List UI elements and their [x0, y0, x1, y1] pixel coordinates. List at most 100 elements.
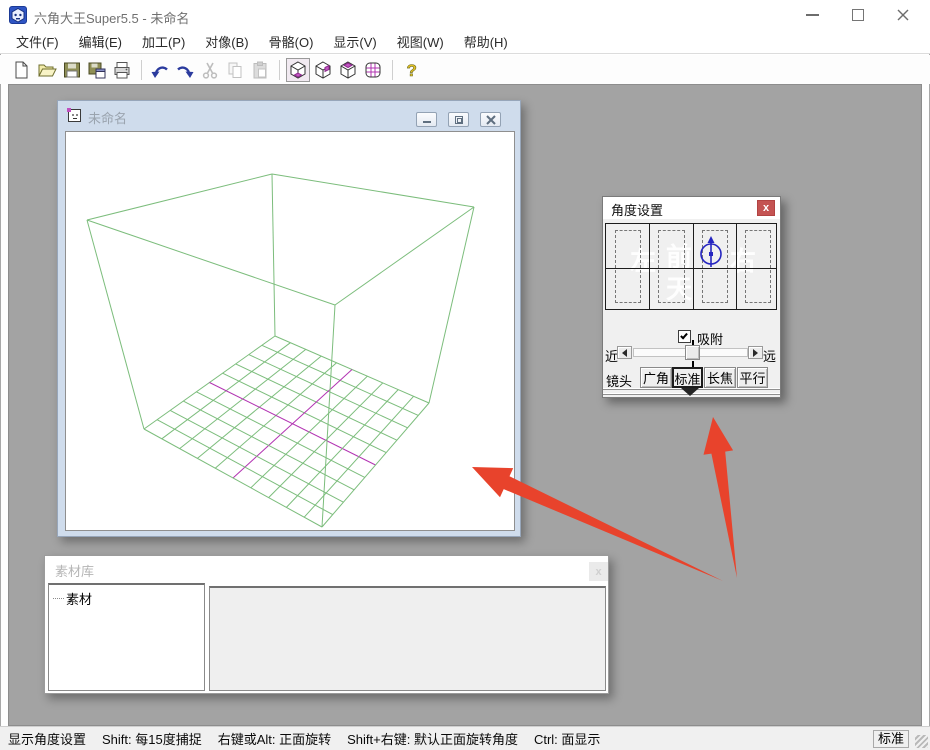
minimize-button[interactable] [790, 0, 835, 30]
help-button[interactable]: ? [399, 58, 423, 82]
slider-left-arrow[interactable] [617, 346, 632, 359]
open-file-button[interactable] [35, 58, 59, 82]
close-icon [486, 115, 496, 125]
close-button[interactable] [880, 0, 925, 30]
copy-button [223, 58, 247, 82]
status-hint: Shift+右键: 默认正面旋转角度 [347, 729, 518, 748]
close-icon [896, 8, 910, 22]
menu-bar: 文件(F) 编辑(E) 加工(P) 对像(B) 骨骼(O) 显示(V) 视图(W… [0, 30, 930, 54]
viewport-canvas[interactable] [65, 131, 515, 531]
window-title: 六角大王Super5.5 - 未命名 [34, 8, 189, 27]
undo-icon [150, 60, 170, 80]
grid-divider [649, 224, 650, 309]
material-preview-pane [209, 586, 606, 691]
menu-object[interactable]: 对像(B) [195, 29, 258, 54]
material-panel-title: 素材库 [55, 561, 94, 580]
angle-panel-title-bar[interactable]: 角度设置 x [603, 197, 780, 219]
app-logo-icon [9, 6, 27, 24]
zoom-slider-row: 近 远 [603, 345, 780, 361]
lens-tele-button[interactable]: 长焦 [704, 367, 736, 388]
save-model-button[interactable] [85, 58, 109, 82]
menu-file[interactable]: 文件(F) [6, 29, 69, 54]
view-grid-sphere-icon [363, 60, 383, 80]
svg-text:?: ? [407, 61, 417, 80]
angle-preset-grid: 左 前 右 天 [605, 223, 777, 310]
viewport-close-button[interactable] [480, 112, 501, 127]
toolbar: ? [0, 55, 930, 84]
resize-grip[interactable] [915, 735, 928, 748]
application-window: 六角大王Super5.5 - 未命名 文件(F) 编辑(E) 加工(P) 对像(… [0, 0, 930, 750]
material-panel-close-button: x [589, 562, 608, 581]
print-icon [112, 60, 132, 80]
paste-button [248, 58, 272, 82]
angle-panel-close-button[interactable]: x [757, 200, 775, 216]
angle-settings-panel: 角度设置 x 左 前 右 天 吸附 [602, 196, 781, 398]
view-cube-top-icon [338, 60, 358, 80]
print-button[interactable] [110, 58, 134, 82]
tree-item-material[interactable]: 素材 [53, 589, 92, 608]
view-cube-front-icon [288, 60, 308, 80]
angle-drop-cell-4[interactable] [745, 230, 771, 303]
view-cube-side-button[interactable] [311, 58, 335, 82]
maximize-button[interactable] [835, 0, 880, 30]
save-button[interactable] [60, 58, 84, 82]
material-tree-pane: 素材 [48, 583, 205, 691]
redo-button[interactable] [173, 58, 197, 82]
status-hint: Ctrl: 面显示 [534, 729, 600, 748]
open-folder-icon [37, 60, 57, 80]
material-panel-title-bar[interactable]: 素材库 x [45, 556, 608, 582]
title-bar[interactable]: 六角大王Super5.5 - 未命名 [0, 0, 930, 30]
view-cube-top-button[interactable] [336, 58, 360, 82]
grid-divider [736, 224, 737, 309]
new-document-icon [12, 60, 32, 80]
lens-standard-button[interactable]: 标准 [672, 367, 703, 388]
lens-row: 镜头 广角 标准 长焦 平行 [603, 367, 780, 388]
viewport-window: 未命名 [57, 100, 521, 537]
undo-button[interactable] [148, 58, 172, 82]
lens-wide-button[interactable]: 广角 [640, 367, 672, 388]
tree-branch-line [53, 598, 64, 599]
angle-panel-title: 角度设置 [611, 200, 663, 219]
viewport-restore-button[interactable] [448, 112, 469, 127]
menu-view[interactable]: 视图(W) [387, 29, 454, 54]
angle-drop-cell-2[interactable] [658, 230, 685, 303]
viewport-title-bar[interactable]: 未命名 [58, 101, 520, 131]
angle-drop-cell-1[interactable] [615, 230, 641, 303]
redo-icon [175, 60, 195, 80]
cut-button [198, 58, 222, 82]
new-document-button[interactable] [10, 58, 34, 82]
toolbar-separator [141, 60, 142, 80]
view-cube-front-button[interactable] [286, 58, 310, 82]
tree-item-label: 素材 [66, 589, 92, 608]
paste-icon [250, 60, 270, 80]
toolbar-separator [279, 60, 280, 80]
cut-icon [200, 60, 220, 80]
lens-parallel-button[interactable]: 平行 [737, 367, 768, 388]
slider-thumb[interactable] [685, 345, 700, 360]
far-label: 远 [763, 346, 776, 365]
status-bar: 显示角度设置 Shift: 每15度捕捉 右键或Alt: 正面旋转 Shift+… [0, 726, 930, 750]
status-hint: 右键或Alt: 正面旋转 [218, 729, 331, 748]
snap-checkbox[interactable] [678, 330, 691, 343]
viewport-minimize-button[interactable] [416, 112, 437, 127]
menu-display[interactable]: 显示(V) [323, 29, 386, 54]
material-library-panel: 素材库 x 素材 [44, 555, 609, 694]
status-hint: 显示角度设置 [8, 729, 86, 748]
document-face-icon [67, 108, 82, 123]
camera-compass-icon [694, 232, 730, 272]
menu-process[interactable]: 加工(P) [132, 29, 195, 54]
menu-edit[interactable]: 编辑(E) [69, 29, 132, 54]
view-cube-side-icon [313, 60, 333, 80]
copy-icon [225, 60, 245, 80]
wireframe-cube-scene [66, 132, 515, 531]
menu-help[interactable]: 帮助(H) [454, 29, 518, 54]
collapse-arrow-icon[interactable] [681, 388, 699, 396]
view-grid-sphere-button[interactable] [361, 58, 385, 82]
toolbar-separator [392, 60, 393, 80]
slider-right-arrow[interactable] [748, 346, 763, 359]
lens-mode-indicator: 标准 [873, 730, 909, 748]
menu-skeleton[interactable]: 骨骼(O) [259, 29, 324, 54]
help-icon: ? [401, 60, 421, 80]
save-model-icon [87, 60, 107, 80]
status-hint: Shift: 每15度捕捉 [102, 729, 202, 748]
